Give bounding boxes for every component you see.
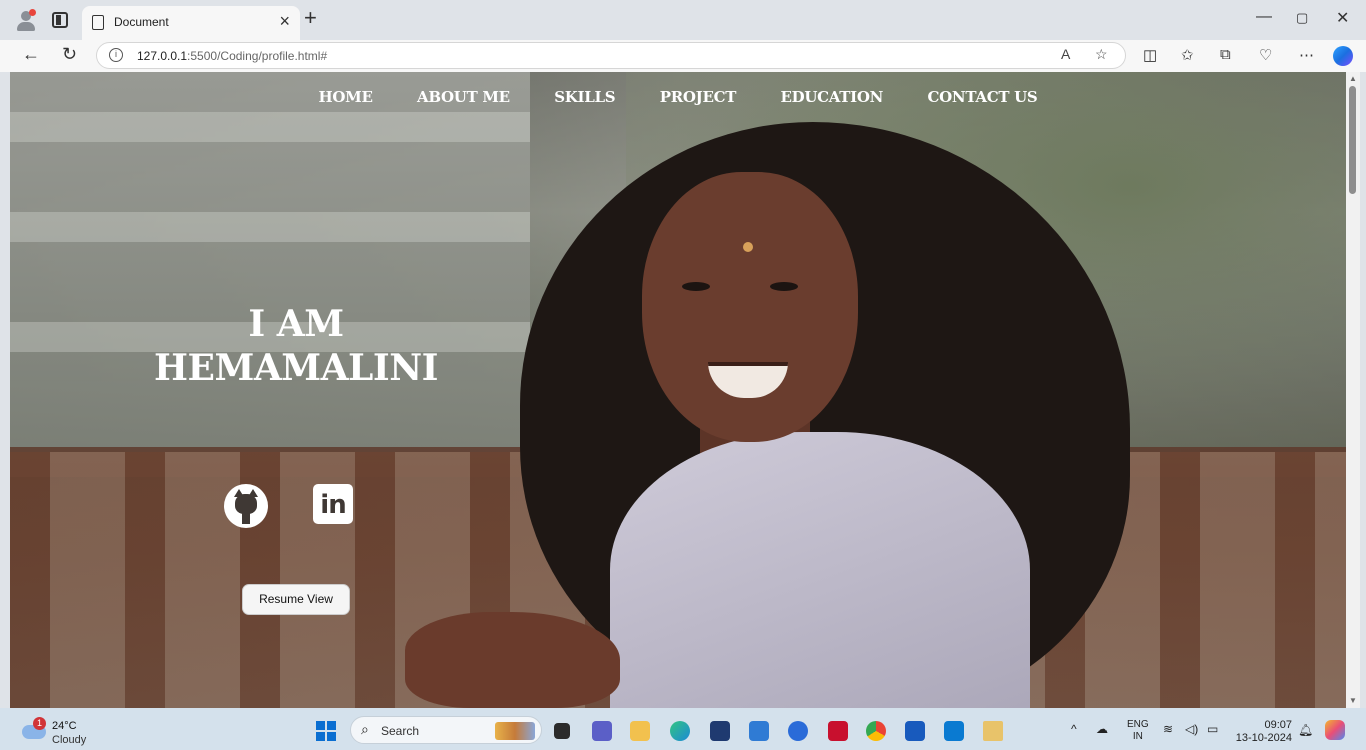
close-tab-icon[interactable]: × — [279, 11, 290, 32]
new-tab-icon[interactable]: + — [304, 5, 317, 31]
url-text[interactable]: 127.0.0.1:5500/Coding/profile.html# — [137, 49, 327, 63]
clock-time: 09:07 — [1264, 719, 1292, 731]
background-building — [10, 72, 530, 452]
volume-icon[interactable]: ◁) — [1185, 722, 1198, 736]
address-toolbar: ← ↻ i 127.0.0.1:5500/Coding/profile.html… — [0, 40, 1366, 72]
task-view-icon[interactable] — [554, 723, 570, 739]
wifi-icon[interactable]: ≋ — [1163, 722, 1173, 736]
weather-temperature: 24°C — [52, 720, 77, 732]
linkedin-icon[interactable]: in — [313, 484, 353, 524]
show-hidden-icons-icon[interactable]: ^ — [1071, 722, 1077, 736]
mydp-icon[interactable] — [749, 721, 769, 741]
portrait-face — [642, 172, 858, 442]
windows-taskbar: 1 24°C Cloudy ⌕ Search ^ ☁ ENG IN ≋ ◁) ▭… — [0, 708, 1366, 750]
store-icon[interactable] — [710, 721, 730, 741]
read-aloud-icon[interactable]: A — [1061, 46, 1070, 62]
window-close-icon[interactable]: ✕ — [1336, 8, 1349, 28]
resume-view-button[interactable]: Resume View — [242, 584, 350, 615]
address-bar[interactable]: i 127.0.0.1:5500/Coding/profile.html# A … — [96, 42, 1126, 69]
main-nav: HOME ABOUT ME SKILLS PROJECT EDUCATION C… — [10, 88, 1346, 107]
hero-title-line2: HEMAMALINI — [154, 347, 438, 389]
paint-icon[interactable] — [983, 721, 1003, 741]
tab-actions-icon[interactable] — [52, 12, 68, 28]
nav-skills[interactable]: SKILLS — [554, 88, 615, 106]
chrome-icon[interactable] — [866, 721, 886, 741]
onedrive-icon[interactable]: ☁ — [1096, 722, 1108, 736]
portrait-saree — [610, 432, 1030, 708]
edge-icon[interactable] — [670, 721, 690, 741]
system-clock[interactable]: 09:07 13-10-2024 — [1232, 719, 1292, 745]
search-icon: ⌕ — [361, 721, 369, 737]
github-icon[interactable] — [224, 484, 268, 528]
nav-about-me[interactable]: ABOUT ME — [417, 88, 510, 106]
browser-tab-bar: Document × + — ▢ ✕ — [0, 0, 1366, 40]
favorites-icon[interactable]: ✩ — [1181, 46, 1194, 64]
word-icon[interactable] — [905, 721, 925, 741]
page-scrollbar[interactable]: ▲ ▼ — [1346, 72, 1360, 708]
hero-title-line1: I AM — [248, 303, 344, 345]
info-icon[interactable]: i — [109, 48, 123, 62]
back-icon[interactable]: ← — [22, 44, 40, 65]
region-code: IN — [1132, 731, 1143, 742]
battery-icon[interactable]: ▭ — [1207, 722, 1218, 736]
language-code: ENG — [1127, 719, 1149, 730]
weather-badge: 1 — [33, 717, 46, 730]
vscode-icon[interactable] — [944, 721, 964, 741]
teams-icon[interactable] — [592, 721, 612, 741]
document-icon — [92, 15, 104, 30]
browser-essentials-icon[interactable]: ♡ — [1259, 46, 1272, 64]
scrollbar-thumb[interactable] — [1349, 86, 1356, 194]
nav-education[interactable]: EDUCATION — [781, 88, 884, 106]
file-explorer-icon[interactable] — [630, 721, 650, 741]
nav-contact-us[interactable]: CONTACT US — [928, 88, 1038, 106]
search-highlight-icon — [495, 722, 535, 740]
clock-date: 13-10-2024 — [1235, 732, 1292, 744]
nav-home[interactable]: HOME — [319, 88, 373, 106]
taskbar-search[interactable]: ⌕ Search — [350, 716, 542, 744]
hero-background — [10, 72, 1346, 708]
search-label: Search — [381, 724, 420, 738]
split-screen-icon[interactable]: ◫ — [1143, 46, 1157, 64]
minimize-icon[interactable]: — — [1256, 8, 1272, 26]
weather-condition: Cloudy — [52, 734, 87, 746]
language-indicator[interactable]: ENG IN — [1127, 719, 1149, 743]
maximize-icon[interactable]: ▢ — [1296, 10, 1308, 26]
start-button-icon[interactable] — [316, 721, 336, 741]
notification-bell-icon[interactable]: 🔔︎ — [1298, 723, 1313, 737]
browser-tab[interactable]: Document × — [82, 6, 300, 40]
mcafee-icon[interactable] — [828, 721, 848, 741]
page-viewport: HOME ABOUT ME SKILLS PROJECT EDUCATION C… — [10, 72, 1346, 708]
more-icon[interactable]: ⋯ — [1299, 46, 1314, 64]
vscode-insiders-icon[interactable] — [788, 721, 808, 741]
favorite-star-icon[interactable]: ☆ — [1095, 46, 1108, 63]
collections-icon[interactable]: ⧉ — [1220, 46, 1231, 63]
copilot-icon[interactable] — [1333, 46, 1353, 66]
profile-icon[interactable] — [15, 9, 37, 31]
portrait-hands — [405, 612, 620, 708]
nav-project[interactable]: PROJECT — [660, 88, 737, 106]
refresh-icon[interactable]: ↻ — [62, 44, 77, 65]
copilot-taskbar-icon[interactable] — [1325, 720, 1345, 740]
tab-title: Document — [114, 15, 169, 29]
hero-title: I AM HEMAMALINI — [96, 302, 496, 390]
